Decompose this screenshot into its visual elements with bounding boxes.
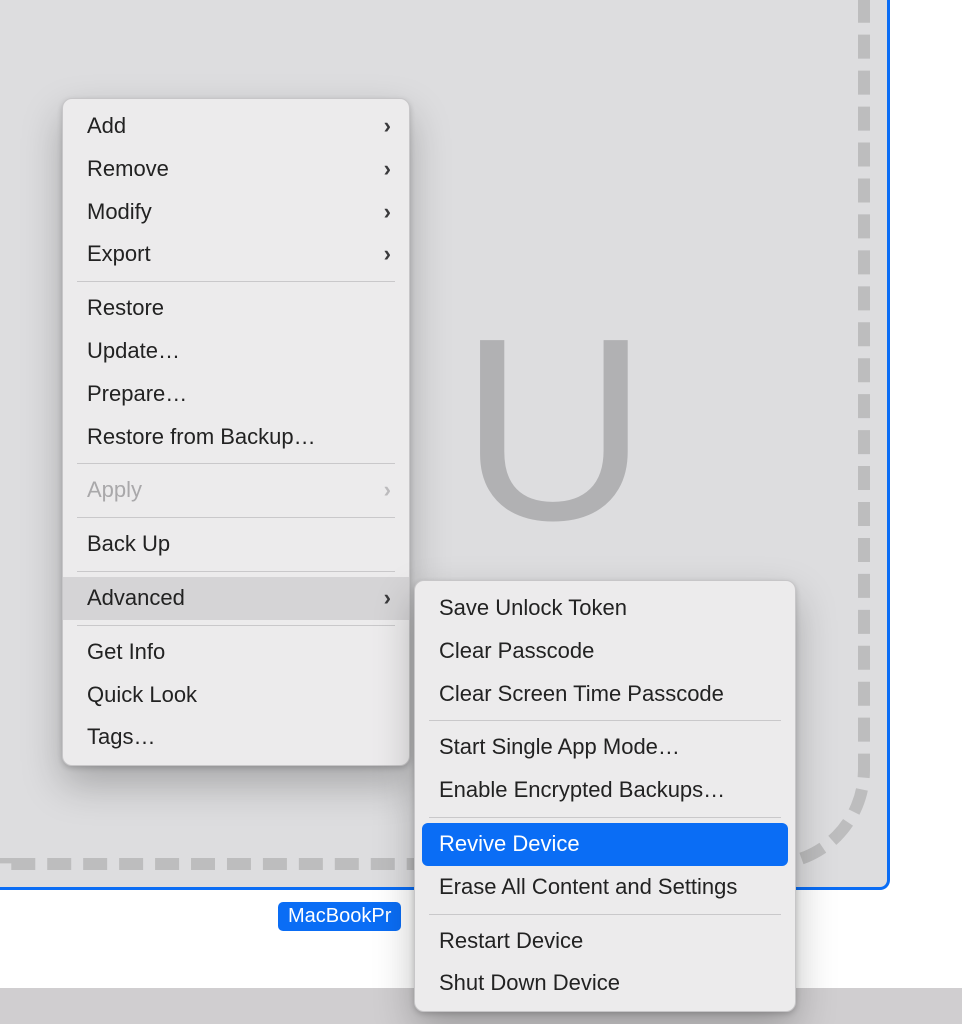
menu-tags-label: Tags… (87, 722, 155, 753)
submenu-clear-passcode[interactable]: Clear Passcode (415, 630, 795, 673)
submenu-save-unlock-token-label: Save Unlock Token (439, 593, 627, 624)
menu-separator (77, 517, 395, 518)
submenu-revive-device-label: Revive Device (439, 829, 580, 860)
submenu-revive-device[interactable]: Revive Device (422, 823, 788, 866)
submenu-erase-all-content-label: Erase All Content and Settings (439, 872, 737, 903)
submenu-clear-screen-time-passcode[interactable]: Clear Screen Time Passcode (415, 673, 795, 716)
menu-restore-from-backup[interactable]: Restore from Backup… (63, 416, 409, 459)
menu-remove-label: Remove (87, 154, 169, 185)
chevron-right-icon: › (372, 154, 391, 185)
submenu-shut-down-device-label: Shut Down Device (439, 968, 620, 999)
device-name-label[interactable]: MacBookPr (278, 902, 401, 931)
menu-export-label: Export (87, 239, 151, 270)
device-glyph: U (460, 300, 648, 560)
menu-restore-from-backup-label: Restore from Backup… (87, 422, 316, 453)
menu-add-label: Add (87, 111, 126, 142)
submenu-save-unlock-token[interactable]: Save Unlock Token (415, 587, 795, 630)
submenu-start-single-app-mode[interactable]: Start Single App Mode… (415, 726, 795, 769)
menu-quick-look-label: Quick Look (87, 680, 197, 711)
context-menu: Add › Remove › Modify › Export › Restore… (62, 98, 410, 766)
menu-export[interactable]: Export › (63, 233, 409, 276)
menu-restore-label: Restore (87, 293, 164, 324)
menu-remove[interactable]: Remove › (63, 148, 409, 191)
menu-update-label: Update… (87, 336, 180, 367)
chevron-right-icon: › (372, 111, 391, 142)
menu-get-info[interactable]: Get Info (63, 631, 409, 674)
submenu-start-single-app-mode-label: Start Single App Mode… (439, 732, 680, 763)
chevron-right-icon: › (372, 239, 391, 270)
menu-back-up[interactable]: Back Up (63, 523, 409, 566)
submenu-enable-encrypted-backups-label: Enable Encrypted Backups… (439, 775, 725, 806)
menu-advanced-label: Advanced (87, 583, 185, 614)
submenu-erase-all-content[interactable]: Erase All Content and Settings (415, 866, 795, 909)
submenu-enable-encrypted-backups[interactable]: Enable Encrypted Backups… (415, 769, 795, 812)
submenu-clear-screen-time-passcode-label: Clear Screen Time Passcode (439, 679, 724, 710)
menu-modify-label: Modify (87, 197, 152, 228)
advanced-submenu: Save Unlock Token Clear Passcode Clear S… (414, 580, 796, 1012)
menu-add[interactable]: Add › (63, 105, 409, 148)
menu-apply: Apply › (63, 469, 409, 512)
menu-back-up-label: Back Up (87, 529, 170, 560)
submenu-shut-down-device[interactable]: Shut Down Device (415, 962, 795, 1005)
menu-separator (77, 281, 395, 282)
menu-restore[interactable]: Restore (63, 287, 409, 330)
menu-prepare-label: Prepare… (87, 379, 187, 410)
menu-separator (429, 817, 781, 818)
chevron-right-icon: › (372, 197, 391, 228)
menu-tags[interactable]: Tags… (63, 716, 409, 759)
menu-separator (77, 571, 395, 572)
submenu-restart-device-label: Restart Device (439, 926, 583, 957)
chevron-right-icon: › (372, 583, 391, 614)
chevron-right-icon: › (372, 475, 391, 506)
menu-separator (429, 914, 781, 915)
menu-get-info-label: Get Info (87, 637, 165, 668)
menu-separator (429, 720, 781, 721)
menu-apply-label: Apply (87, 475, 142, 506)
submenu-restart-device[interactable]: Restart Device (415, 920, 795, 963)
menu-separator (77, 463, 395, 464)
menu-update[interactable]: Update… (63, 330, 409, 373)
submenu-clear-passcode-label: Clear Passcode (439, 636, 594, 667)
menu-advanced[interactable]: Advanced › (63, 577, 409, 620)
menu-quick-look[interactable]: Quick Look (63, 674, 409, 717)
menu-prepare[interactable]: Prepare… (63, 373, 409, 416)
menu-separator (77, 625, 395, 626)
menu-modify[interactable]: Modify › (63, 191, 409, 234)
